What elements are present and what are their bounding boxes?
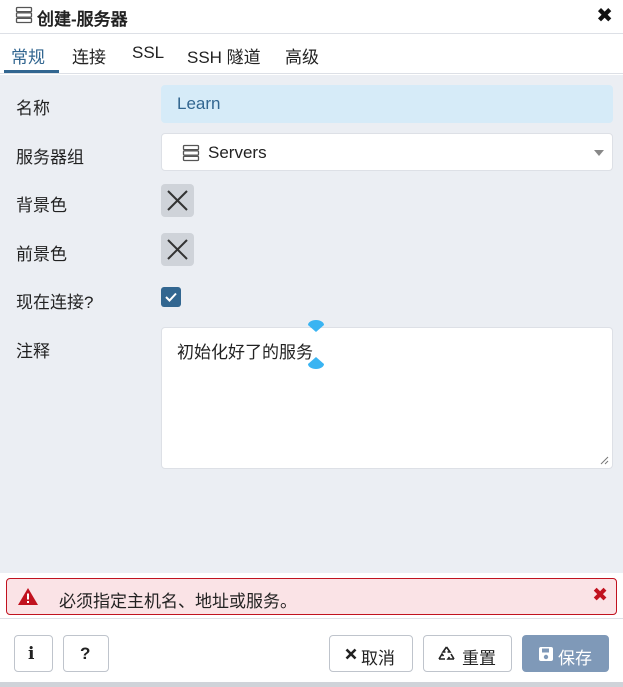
save-label: 保存 bbox=[558, 649, 592, 668]
server-icon bbox=[15, 6, 33, 24]
alert-close-icon[interactable]: ✖ bbox=[592, 584, 608, 607]
text-cursor-start-handle-icon[interactable] bbox=[306, 319, 326, 333]
bottom-divider bbox=[0, 682, 623, 687]
dialog-footer: i ? 取消 重置 保存 bbox=[0, 618, 623, 687]
cancel-button[interactable]: 取消 bbox=[329, 635, 413, 672]
comments-label: 注释 bbox=[16, 342, 50, 361]
connect-now-label: 现在连接? bbox=[16, 293, 94, 312]
name-input[interactable]: Learn bbox=[161, 85, 613, 123]
comments-text: 初始化好了的服务 bbox=[177, 343, 313, 362]
save-icon bbox=[539, 647, 553, 661]
tab-connection[interactable]: 连接 bbox=[72, 43, 106, 68]
error-alert: 必须指定主机名、地址或服务。 ✖ bbox=[6, 578, 617, 615]
cancel-label: 取消 bbox=[361, 649, 395, 668]
background-color-picker[interactable] bbox=[161, 184, 194, 217]
form-body: 名称 Learn 服务器组 Servers 背景色 前景色 现在连接? 注释 初… bbox=[0, 75, 623, 573]
dialog-titlebar: 创建-服务器 ✖ bbox=[0, 0, 623, 34]
help-icon: ? bbox=[80, 644, 91, 663]
background-color-label: 背景色 bbox=[16, 196, 67, 215]
close-icon[interactable]: ✖ bbox=[596, 3, 613, 28]
server-group-select[interactable]: Servers bbox=[161, 133, 613, 171]
info-icon: i bbox=[28, 644, 35, 664]
dialog-title: 创建-服务器 bbox=[37, 10, 128, 29]
x-icon bbox=[167, 190, 188, 211]
chevron-down-icon bbox=[594, 150, 604, 156]
reset-button[interactable]: 重置 bbox=[423, 635, 512, 672]
comments-textarea[interactable]: 初始化好了的服务 bbox=[161, 327, 613, 469]
text-cursor-end-handle-icon[interactable] bbox=[306, 356, 326, 370]
save-button[interactable]: 保存 bbox=[522, 635, 609, 672]
resize-handle-icon[interactable] bbox=[600, 456, 609, 465]
reset-label: 重置 bbox=[462, 649, 496, 668]
name-label: 名称 bbox=[16, 99, 50, 118]
tab-ssh-tunnel[interactable]: SSH 隧道 bbox=[187, 43, 261, 68]
server-group-value: Servers bbox=[208, 143, 267, 162]
check-icon bbox=[165, 292, 177, 302]
server-group-label: 服务器组 bbox=[16, 148, 84, 167]
x-icon bbox=[167, 239, 188, 260]
tab-bar: 常规 连接 SSL SSH 隧道 高级 bbox=[0, 34, 623, 74]
active-tab-indicator bbox=[4, 70, 59, 73]
server-icon bbox=[182, 144, 200, 162]
info-button[interactable]: i bbox=[14, 635, 53, 672]
alert-message: 必须指定主机名、地址或服务。 bbox=[59, 592, 297, 611]
connect-now-checkbox[interactable] bbox=[161, 287, 181, 307]
tab-advanced[interactable]: 高级 bbox=[285, 43, 319, 68]
help-button[interactable]: ? bbox=[63, 635, 109, 672]
tab-ssl[interactable]: SSL bbox=[132, 43, 164, 63]
recycle-icon bbox=[438, 646, 455, 660]
warning-icon bbox=[18, 588, 38, 605]
tab-general[interactable]: 常规 bbox=[11, 43, 45, 68]
foreground-color-label: 前景色 bbox=[16, 245, 67, 264]
foreground-color-picker[interactable] bbox=[161, 233, 194, 266]
close-icon bbox=[345, 648, 357, 660]
